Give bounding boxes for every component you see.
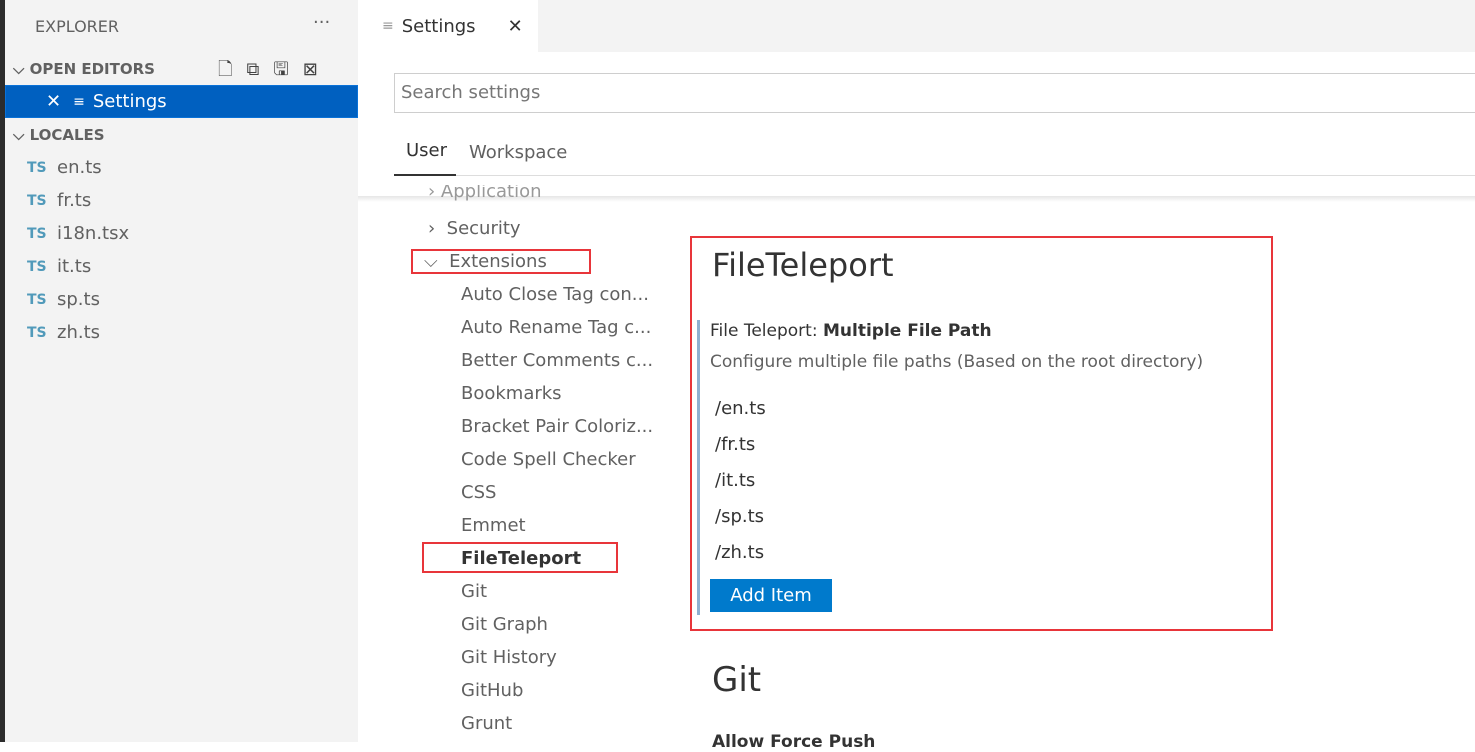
section-title-git: Git — [712, 660, 762, 700]
editor-actions: 🗋⧉🖫⊠ — [218, 57, 332, 87]
locales-folder-header[interactable]: ⌵ LOCALES — [13, 126, 105, 144]
toc-item[interactable]: CSS — [461, 482, 496, 503]
save-all-icon[interactable]: 🖫 — [273, 59, 302, 80]
typescript-icon: TS — [27, 258, 47, 275]
open-editors-header[interactable]: ⌵ OPEN EDITORS — [13, 60, 155, 78]
toc-item[interactable]: GitHub — [461, 680, 523, 701]
tab-user[interactable]: User — [406, 140, 447, 161]
chevron-down-icon: ⌵ — [13, 60, 30, 78]
file-item[interactable]: TS i18n.tsx — [27, 217, 129, 250]
toc-item-security[interactable]: › Security — [428, 218, 521, 239]
setting-title-allow-force-push: Allow Force Push — [712, 732, 876, 752]
toc-item[interactable]: Git History — [461, 647, 557, 668]
toc-item[interactable]: Better Comments c... — [461, 350, 653, 371]
toc-item[interactable]: Bracket Pair Coloriz... — [461, 416, 653, 437]
typescript-icon: TS — [27, 291, 47, 308]
typescript-icon: TS — [27, 225, 47, 242]
toc-item[interactable]: Auto Rename Tag c... — [461, 317, 651, 338]
file-item[interactable]: TS sp.ts — [27, 283, 100, 316]
highlight-box — [411, 249, 591, 274]
settings-file-icon: ≡ — [73, 93, 85, 110]
search-settings-input[interactable]: Search settings — [394, 73, 1475, 113]
close-all-icon[interactable]: ⊠ — [303, 59, 332, 80]
highlight-box — [690, 236, 1273, 631]
toggle-layout-icon[interactable]: ⧉ — [246, 59, 273, 80]
more-actions-icon[interactable]: ··· — [313, 12, 330, 33]
toc-item-application[interactable]: › Application — [428, 185, 542, 205]
tab-workspace[interactable]: Workspace — [469, 142, 567, 163]
file-item[interactable]: TS en.ts — [27, 151, 102, 184]
close-icon[interactable]: ✕ — [46, 91, 61, 112]
typescript-icon: TS — [27, 192, 47, 209]
new-file-icon[interactable]: 🗋 — [218, 59, 246, 80]
explorer-title: EXPLORER — [35, 17, 119, 36]
active-tab-indicator — [394, 174, 456, 176]
toc-item[interactable]: Bookmarks — [461, 383, 562, 404]
typescript-icon: TS — [27, 159, 47, 176]
chevron-down-icon: ⌵ — [13, 126, 30, 144]
open-editor-settings[interactable]: ✕ ≡ Settings — [5, 85, 358, 118]
typescript-icon: TS — [27, 324, 47, 341]
toc-item[interactable]: Grunt — [461, 713, 512, 734]
tab-settings[interactable]: ≡ Settings ✕ — [358, 0, 538, 52]
file-item[interactable]: TS it.ts — [27, 250, 91, 283]
explorer-sidebar: EXPLORER ··· ⌵ OPEN EDITORS 🗋⧉🖫⊠ ✕ ≡ Set… — [0, 0, 358, 742]
toc-item[interactable]: Git Graph — [461, 614, 548, 635]
toc-item[interactable]: Code Spell Checker — [461, 449, 636, 470]
toc-item[interactable]: Git — [461, 581, 487, 602]
file-item[interactable]: TS zh.ts — [27, 316, 100, 349]
settings-file-icon: ≡ — [382, 18, 394, 34]
toc-item[interactable]: Auto Close Tag con... — [461, 284, 649, 305]
toc-item[interactable]: Emmet — [461, 515, 526, 536]
open-editor-label: Settings — [92, 91, 167, 112]
highlight-box — [422, 542, 618, 573]
divider — [456, 175, 1475, 176]
tab-bar: ≡ Settings ✕ — [358, 0, 1475, 52]
file-item[interactable]: TS fr.ts — [27, 184, 91, 217]
close-tab-icon[interactable]: ✕ — [508, 16, 523, 37]
